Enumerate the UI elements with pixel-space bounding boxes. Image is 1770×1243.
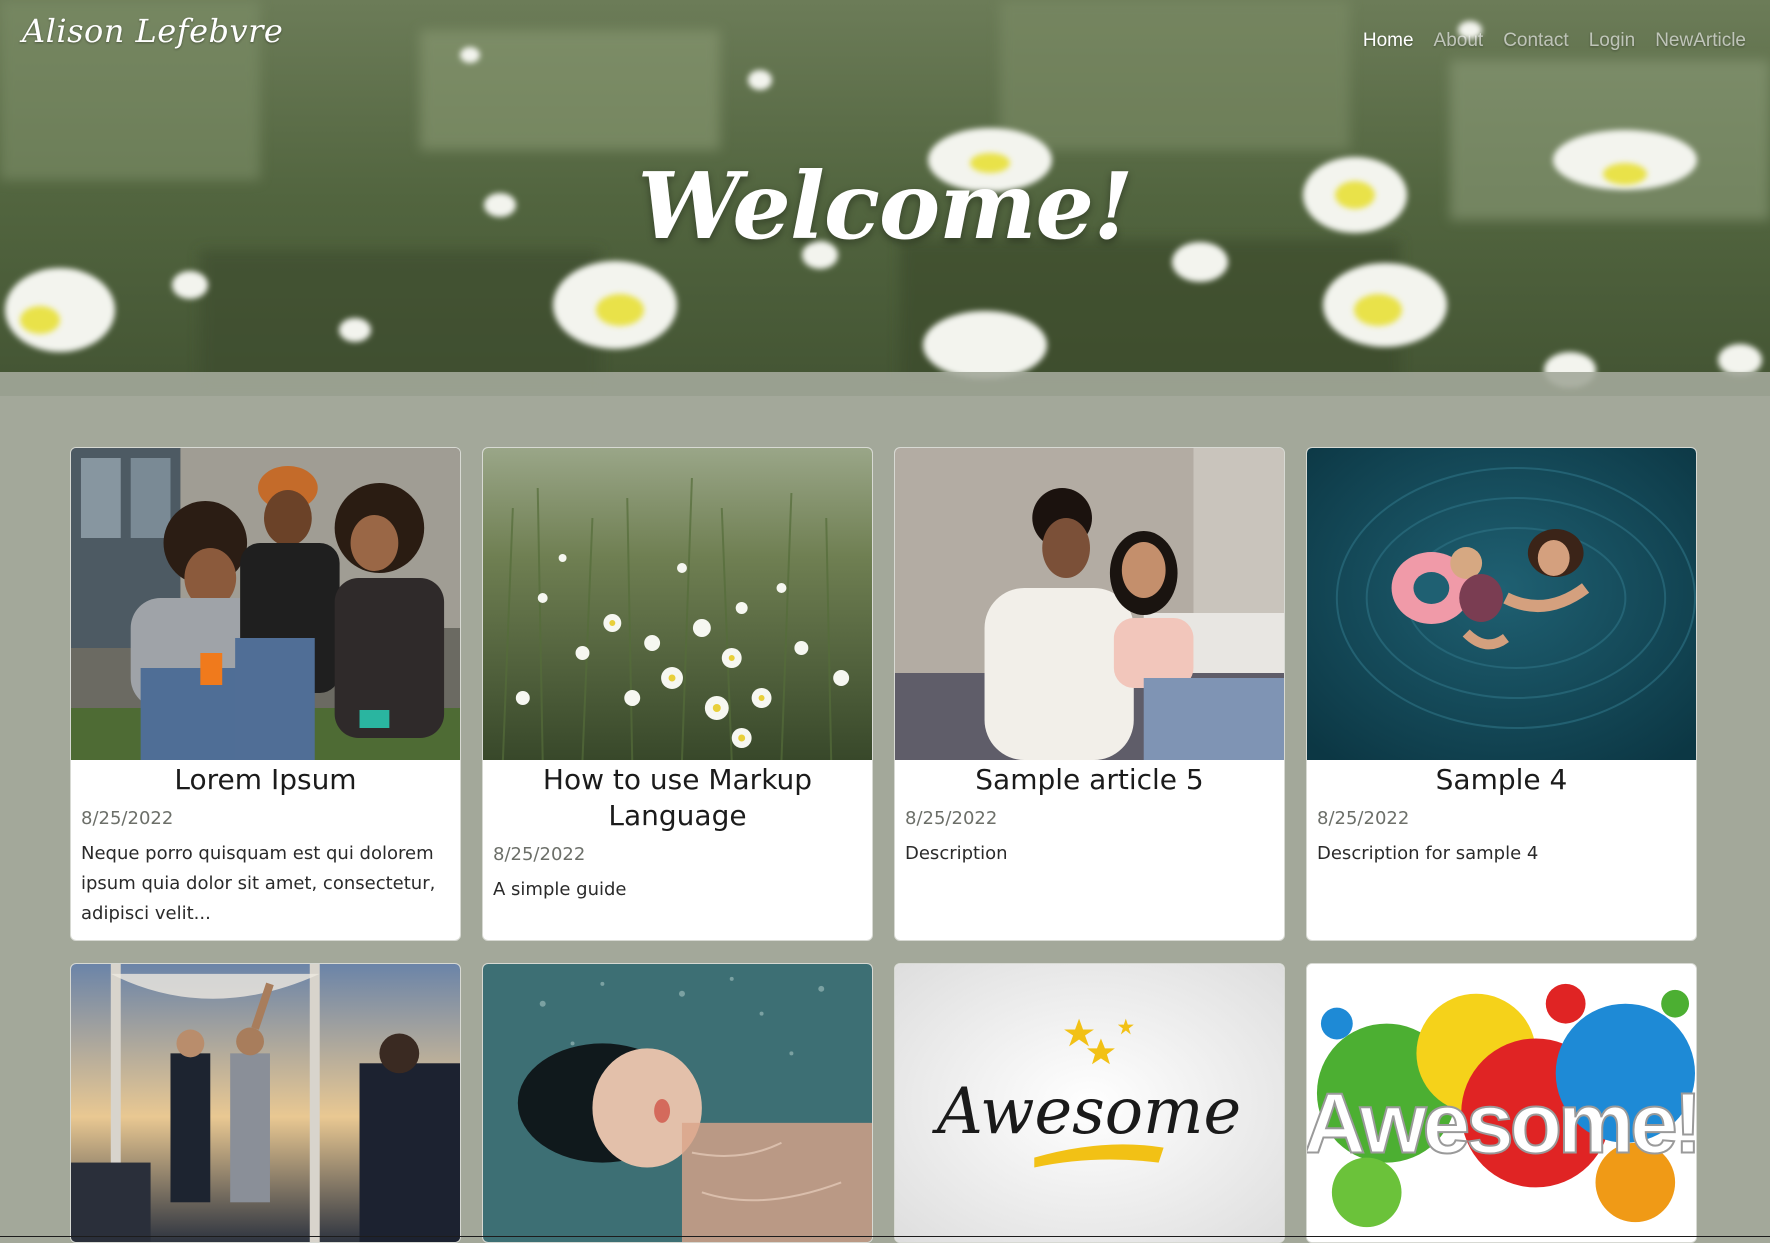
article-card[interactable]: Awesome! bbox=[1306, 963, 1697, 1243]
article-title[interactable]: How to use Markup Language bbox=[493, 762, 862, 834]
article-description: A simple guide bbox=[493, 879, 627, 900]
article-date: 8/25/2022 bbox=[493, 844, 586, 865]
nav-contact[interactable]: Contact bbox=[1503, 30, 1568, 52]
article-grid: Lorem Ipsum 8/25/2022 Neque porro quisqu… bbox=[70, 447, 1700, 1243]
wedding-celebration-photo bbox=[71, 964, 460, 1242]
article-date: 8/25/2022 bbox=[905, 808, 998, 829]
hero-title: Welcome! bbox=[637, 152, 1134, 260]
swimming-mother-child-photo bbox=[1307, 448, 1696, 760]
article-description: Neque porro quisquam est qui dolorem ips… bbox=[81, 843, 436, 924]
article-description: Description for sample 4 bbox=[1317, 843, 1539, 864]
article-card[interactable]: Lorem Ipsum 8/25/2022 Neque porro quisqu… bbox=[70, 447, 461, 941]
nav-new-article[interactable]: NewArticle bbox=[1655, 30, 1746, 52]
nav-about[interactable]: About bbox=[1434, 30, 1484, 52]
article-title[interactable]: Sample article 5 bbox=[905, 762, 1274, 798]
nav-home[interactable]: Home bbox=[1363, 30, 1414, 52]
article-card[interactable] bbox=[70, 963, 461, 1243]
article-card[interactable]: How to use Markup Language 8/25/2022 A s… bbox=[482, 447, 873, 941]
article-description: Description bbox=[905, 843, 1008, 864]
couple-on-sofa-photo bbox=[895, 448, 1284, 760]
article-date: 8/25/2022 bbox=[1317, 808, 1410, 829]
family-porch-photo bbox=[71, 448, 460, 760]
site-brand-logo[interactable]: Alison Lefebvre bbox=[22, 12, 283, 50]
hero-banner: Alison Lefebvre Home About Contact Login… bbox=[0, 0, 1770, 396]
nav-login[interactable]: Login bbox=[1589, 30, 1636, 52]
awesome-paint-splash-image: Awesome! bbox=[1307, 964, 1696, 1242]
daisy-meadow-photo bbox=[483, 448, 872, 760]
woman-in-water-photo bbox=[483, 964, 872, 1242]
awesome-splash-text: Awesome! bbox=[1307, 1077, 1696, 1172]
article-card[interactable]: Sample 4 8/25/2022 Description for sampl… bbox=[1306, 447, 1697, 941]
article-title[interactable]: Lorem Ipsum bbox=[81, 762, 450, 798]
main-nav: Home About Contact Login NewArticle bbox=[1363, 30, 1746, 52]
article-card[interactable]: Sample article 5 8/25/2022 Description bbox=[894, 447, 1285, 941]
article-date: 8/25/2022 bbox=[81, 808, 174, 829]
article-title[interactable]: Sample 4 bbox=[1317, 762, 1686, 798]
awesome-script-image: Awesome bbox=[895, 964, 1284, 1242]
article-card[interactable] bbox=[482, 963, 873, 1243]
awesome-script-text: Awesome bbox=[932, 1074, 1241, 1148]
article-card[interactable]: Awesome bbox=[894, 963, 1285, 1243]
